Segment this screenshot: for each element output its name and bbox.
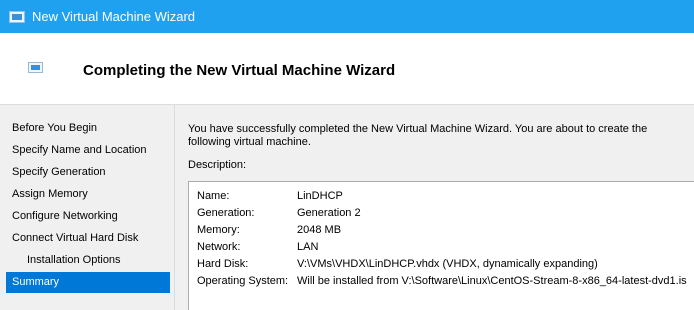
description-value: Will be installed from V:\Software\Linux… [297,275,687,287]
sidebar-item-connect-virtual-hard-disk[interactable]: Connect Virtual Hard Disk [6,228,170,249]
window-title: New Virtual Machine Wizard [32,9,196,24]
description-key: Generation: [197,207,255,219]
wizard-steps-sidebar: Before You Begin Specify Name and Locati… [0,105,175,310]
page-title: Completing the New Virtual Machine Wizar… [83,62,396,79]
virtual-machine-icon [28,62,43,73]
summary-panel: You have successfully completed the New … [175,105,694,310]
virtual-machine-icon [9,10,25,23]
sidebar-item-installation-options[interactable]: Installation Options [6,250,170,271]
completion-message: You have successfully completed the New … [188,123,678,149]
description-value: Generation 2 [297,207,361,219]
sidebar-item-specify-name-and-location[interactable]: Specify Name and Location [6,140,170,161]
sidebar-item-specify-generation[interactable]: Specify Generation [6,162,170,183]
description-label: Description: [188,159,247,171]
wizard-header: Completing the New Virtual Machine Wizar… [0,33,694,105]
completion-message-line-1: You have successfully completed the New … [188,123,648,135]
sidebar-item-before-you-begin[interactable]: Before You Begin [6,118,170,139]
sidebar-item-assign-memory[interactable]: Assign Memory [6,184,170,205]
description-value: V:\VMs\VHDX\LinDHCP.vhdx (VHDX, dynamica… [297,258,598,270]
description-key: Memory: [197,224,240,236]
description-box[interactable]: Name: LinDHCP Generation: Generation 2 M… [188,181,694,310]
description-value: LinDHCP [297,190,343,202]
completion-message-line-2: following virtual machine. [188,136,311,148]
description-key: Name: [197,190,230,202]
sidebar-item-configure-networking[interactable]: Configure Networking [6,206,170,227]
sidebar-item-summary[interactable]: Summary [6,272,170,293]
description-key: Network: [197,241,241,253]
description-key: Hard Disk: [197,258,249,270]
description-key: Operating System: [197,275,289,287]
description-value: 2048 MB [297,224,342,236]
description-value: LAN [297,241,319,253]
title-bar[interactable]: New Virtual Machine Wizard [0,0,694,33]
